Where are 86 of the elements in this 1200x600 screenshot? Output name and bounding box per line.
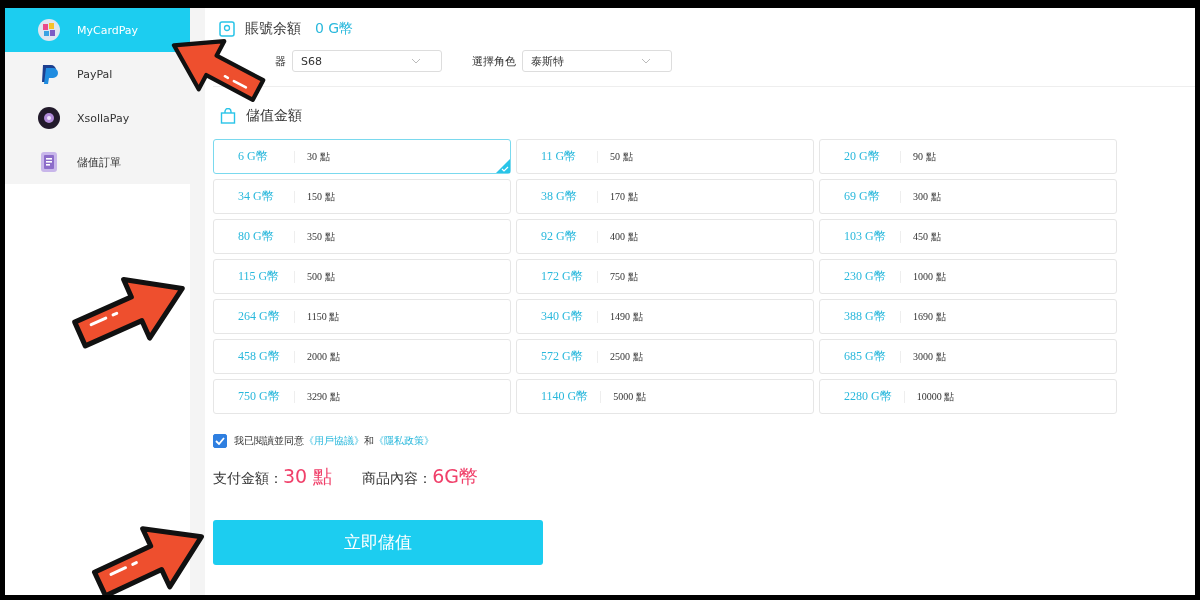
dropdown[interactable]: 泰斯特 (522, 50, 672, 72)
points-price: 3000 點 (913, 349, 946, 364)
currency-amount: 11 G幣 (541, 148, 578, 165)
checkbox[interactable] (213, 434, 227, 448)
points-price: 2500 點 (610, 349, 643, 364)
package-option[interactable]: 38 G幣 170 點 (516, 179, 814, 214)
agreement-text: 我已閱讀並同意《用戶協議》和《隱私政策》 (234, 434, 434, 448)
currency-amount: 103 G幣 (844, 228, 887, 245)
points-price: 3290 點 (307, 389, 340, 404)
orb-icon (37, 106, 61, 130)
package-option[interactable]: 685 G幣 3000 點 (819, 339, 1117, 374)
package-option[interactable]: 69 G幣 300 點 (819, 179, 1117, 214)
currency-amount: 34 G幣 (238, 188, 275, 205)
balance-value: 0 G幣 (315, 20, 354, 38)
currency-amount: 172 G幣 (541, 268, 584, 285)
points-price: 450 點 (913, 229, 941, 244)
dropdown[interactable]: S68 (292, 50, 442, 72)
points-price: 2000 點 (307, 349, 340, 364)
payment-amount: 30 點 (283, 464, 333, 489)
points-price: 1150 點 (307, 309, 340, 324)
points-price: 750 點 (610, 269, 638, 284)
product-value: 6G幣 (432, 464, 479, 489)
package-option[interactable]: 34 G幣 150 點 (213, 179, 511, 214)
points-price: 500 點 (307, 269, 335, 284)
package-option[interactable]: 6 G幣 30 點 (213, 139, 511, 174)
currency-amount: 458 G幣 (238, 348, 281, 365)
currency-amount: 230 G幣 (844, 268, 887, 285)
package-option[interactable]: 103 G幣 450 點 (819, 219, 1117, 254)
currency-amount: 6 G幣 (238, 148, 269, 165)
field-label: 器 (275, 53, 286, 69)
points-price: 170 點 (610, 189, 638, 204)
product-label: 商品內容： (362, 470, 433, 488)
circle-logo-icon (37, 18, 61, 42)
sidebar-item[interactable]: 儲值訂單 (5, 140, 190, 184)
payment-label: 支付金額： (213, 470, 283, 488)
shopping-bag-icon (220, 108, 236, 124)
points-price: 350 點 (307, 229, 335, 244)
package-option[interactable]: 80 G幣 350 點 (213, 219, 511, 254)
package-option[interactable]: 11 G幣 50 點 (516, 139, 814, 174)
points-price: 50 點 (610, 149, 633, 164)
points-price: 150 點 (307, 189, 335, 204)
currency-amount: 340 G幣 (541, 308, 584, 325)
currency-amount: 572 G幣 (541, 348, 584, 365)
points-price: 30 點 (307, 149, 330, 164)
package-option[interactable]: 264 G幣 1150 點 (213, 299, 511, 334)
package-option[interactable]: 172 G幣 750 點 (516, 259, 814, 294)
section-title: 儲值金額 (246, 107, 302, 125)
currency-amount: 750 G幣 (238, 388, 281, 405)
currency-amount: 20 G幣 (844, 148, 881, 165)
package-option[interactable]: 1140 G幣 5000 點 (516, 379, 814, 414)
package-option[interactable]: 458 G幣 2000 點 (213, 339, 511, 374)
package-option[interactable]: 92 G幣 400 點 (516, 219, 814, 254)
points-price: 10000 點 (916, 389, 955, 404)
currency-amount: 80 G幣 (238, 228, 275, 245)
package-option[interactable]: 2280 G幣 10000 點 (819, 379, 1117, 414)
currency-amount: 38 G幣 (541, 188, 578, 205)
currency-amount: 264 G幣 (238, 308, 281, 325)
currency-amount: 115 G幣 (238, 268, 281, 285)
points-price: 1690 點 (913, 309, 946, 324)
currency-amount: 92 G幣 (541, 228, 578, 245)
user-card-icon (219, 21, 235, 37)
currency-amount: 1140 G幣 (541, 388, 589, 405)
sidebar-item[interactable]: PayPal (5, 52, 190, 96)
balance-label: 賬號余額 (245, 20, 301, 38)
currency-amount: 69 G幣 (844, 188, 881, 205)
field-label: 選擇角色 (472, 53, 516, 69)
check-corner-icon (496, 159, 510, 173)
sidebar-item[interactable]: XsollaPay (5, 96, 190, 140)
points-price: 1490 點 (610, 309, 643, 324)
points-price: 90 點 (913, 149, 936, 164)
package-option[interactable]: 115 G幣 500 點 (213, 259, 511, 294)
package-option[interactable]: 750 G幣 3290 點 (213, 379, 511, 414)
currency-amount: 2280 G幣 (844, 388, 892, 405)
points-price: 400 點 (610, 229, 638, 244)
package-option[interactable]: 340 G幣 1490 點 (516, 299, 814, 334)
points-price: 300 點 (913, 189, 941, 204)
package-option[interactable]: 572 G幣 2500 點 (516, 339, 814, 374)
package-option[interactable]: 20 G幣 90 點 (819, 139, 1117, 174)
chevron-down-icon (641, 58, 651, 64)
package-option[interactable]: 230 G幣 1000 點 (819, 259, 1117, 294)
chevron-down-icon (411, 58, 421, 64)
currency-amount: 388 G幣 (844, 308, 887, 325)
package-option[interactable]: 388 G幣 1690 點 (819, 299, 1117, 334)
currency-amount: 685 G幣 (844, 348, 887, 365)
points-price: 1000 點 (913, 269, 946, 284)
points-price: 5000 點 (613, 389, 646, 404)
